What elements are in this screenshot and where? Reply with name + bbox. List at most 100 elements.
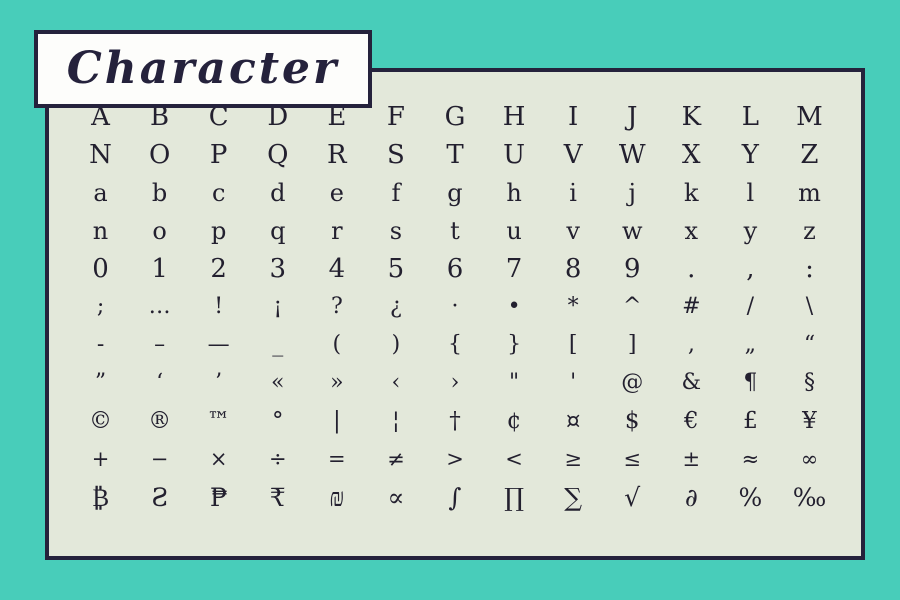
glyph-cell: « <box>248 372 307 394</box>
glyph-cell: ± <box>662 448 721 470</box>
glyph-cell: ‚ <box>662 334 721 356</box>
glyph-cell: € <box>662 409 721 433</box>
glyph-cell: d <box>248 181 307 205</box>
glyph-cell: • <box>485 296 544 318</box>
glyph-cell: K <box>662 104 721 130</box>
glyph-cell: ‘ <box>130 372 189 394</box>
glyph-cell: $ <box>603 409 662 433</box>
glyph-cell: 6 <box>425 256 484 282</box>
font-specimen-poster: ABCDEFGHIJKLMNOPQRSTUVWXYZabcdefghijklmn… <box>0 0 900 600</box>
glyph-cell: y <box>721 219 780 243</box>
glyph-cell: s <box>366 219 425 243</box>
title-plate: Character <box>34 30 372 108</box>
glyph-cell: – <box>130 334 189 356</box>
glyph-row-math-operators: + − × ÷ = ≠ > < ≥ ≤ ± ≈ ∞ <box>71 440 839 478</box>
glyph-cell: w <box>603 219 662 243</box>
glyph-cell: g <box>425 181 484 205</box>
glyph-cell: v <box>544 219 603 243</box>
glyph-cell: G <box>425 104 484 130</box>
glyph-row-dashes-and-brackets: - – — _(){}[] ‚ „ “ <box>71 326 839 364</box>
glyph-cell: √ <box>603 485 662 510</box>
glyph-cell: ≠ <box>366 448 425 470</box>
glyph-cell: F <box>366 104 425 130</box>
glyph-cell: ; <box>71 296 130 318</box>
glyph-cell: X <box>662 142 721 168</box>
glyph-cell: a <box>71 181 130 205</box>
glyph-cell: ‰ <box>780 485 839 510</box>
glyph-cell: £ <box>721 409 780 433</box>
glyph-cell: 0 <box>71 256 130 282</box>
glyph-cell: ! <box>189 296 248 318</box>
glyph-cell: ’ <box>189 372 248 394</box>
glyph-cell: ‹ <box>366 372 425 394</box>
glyph-row-punctuation-marks: ;…! ¡? ¿ · • * ^ # / \ <box>71 288 839 326</box>
glyph-cell: ∞ <box>780 448 839 470</box>
glyph-cell: 8 <box>544 256 603 282</box>
glyph-row-quotes-and-marks: ” ‘’ «» ‹ › " ' @ & ¶ § <box>71 364 839 402</box>
glyph-cell: ∝ <box>366 485 425 510</box>
glyph-cell: 2 <box>189 256 248 282</box>
glyph-cell: ™ <box>189 409 248 433</box>
glyph-cell: + <box>71 448 130 470</box>
glyph-cell: W <box>603 142 662 168</box>
glyph-cell: n <box>71 219 130 243</box>
glyph-cell: z <box>780 219 839 243</box>
glyph-cell: J <box>603 104 662 130</box>
glyph-cell: / <box>721 296 780 318</box>
glyph-cell: ^ <box>603 296 662 318</box>
glyph-cell: c <box>189 181 248 205</box>
glyph-cell: S <box>366 142 425 168</box>
glyph-cell: m <box>780 181 839 205</box>
glyph-cell: ≥ <box>544 448 603 470</box>
glyph-cell: 3 <box>248 256 307 282</box>
glyph-cell: * <box>544 296 603 318</box>
glyph-cell: { <box>425 334 484 356</box>
glyph-cell: | <box>307 409 366 433</box>
glyph-cell: ∂ <box>662 485 721 510</box>
glyph-cell: @ <box>603 372 662 394</box>
glyph-cell: ) <box>366 334 425 356</box>
glyph-cell: x <box>662 219 721 243</box>
glyph-cell: Y <box>721 142 780 168</box>
glyph-cell: Z <box>780 142 839 168</box>
glyph-cell: k <box>662 181 721 205</box>
glyph-cell: × <box>189 448 248 470</box>
glyph-cell: O <box>130 142 189 168</box>
glyph-cell: o <box>130 219 189 243</box>
glyph-cell: : <box>780 256 839 282</box>
glyph-cell: ] <box>603 334 662 356</box>
glyph-cell: % <box>721 485 780 510</box>
glyph-cell: „ <box>721 334 780 356</box>
glyph-cell: ∫ <box>425 485 484 510</box>
glyph-cell: ¿ <box>366 296 425 318</box>
glyph-cell: # <box>662 296 721 318</box>
glyph-cell: - <box>71 334 130 356</box>
glyph-cell: † <box>425 409 484 433</box>
glyph-cell: L <box>721 104 780 130</box>
glyph-cell: _ <box>248 334 307 356</box>
glyph-row-legal-and-currency: © ® ™ ° | ¦ † ¢ ¤ $ € £ ¥ <box>71 402 839 440</box>
glyph-cell: & <box>662 372 721 394</box>
glyph-cell: “ <box>780 334 839 356</box>
glyph-cell: − <box>130 448 189 470</box>
glyph-cell: } <box>485 334 544 356</box>
glyph-cell: 5 <box>366 256 425 282</box>
glyph-cell: ” <box>71 372 130 394</box>
glyph-cell: V <box>544 142 603 168</box>
glyph-cell: — <box>189 334 248 356</box>
glyph-cell: ¤ <box>544 409 603 433</box>
glyph-cell: j <box>603 181 662 205</box>
glyph-cell: u <box>485 219 544 243</box>
glyph-cell: 9 <box>603 256 662 282</box>
glyph-cell: U <box>485 142 544 168</box>
glyph-cell: ( <box>307 334 366 356</box>
glyph-cell: r <box>307 219 366 243</box>
glyph-cell: 4 <box>307 256 366 282</box>
glyph-cell: ¡ <box>248 296 307 318</box>
glyph-cell: ® <box>130 409 189 433</box>
glyph-cell: ¢ <box>485 409 544 433</box>
glyph-cell: ? <box>307 296 366 318</box>
glyph-cell: . <box>662 256 721 282</box>
glyph-cell: § <box>780 372 839 394</box>
glyph-cell: T <box>425 142 484 168</box>
